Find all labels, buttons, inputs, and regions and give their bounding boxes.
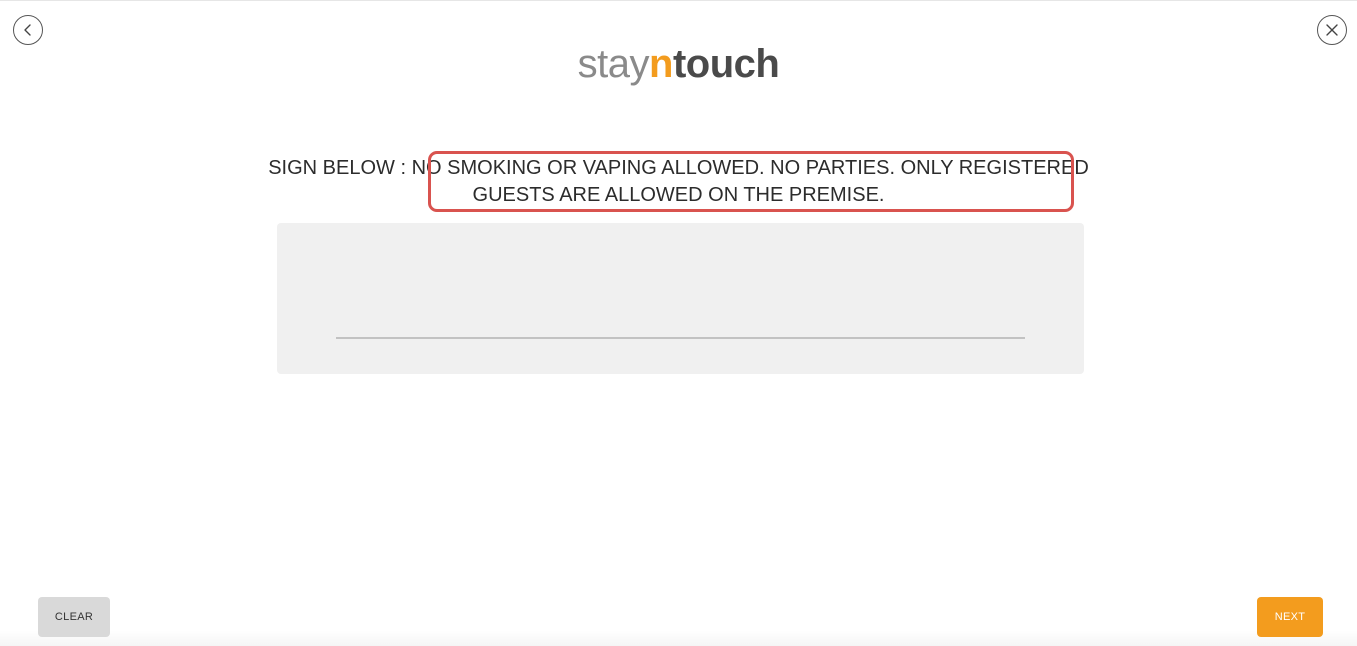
logo-part-touch: touch — [672, 42, 780, 86]
signature-pad[interactable] — [277, 223, 1084, 374]
next-button[interactable]: NEXT — [1257, 597, 1323, 637]
top-border — [0, 0, 1357, 1]
house-rules-message: NO SMOKING OR VAPING ALLOWED. NO PARTIES… — [411, 157, 1089, 206]
brand-logo: stayntouch — [0, 40, 1357, 88]
close-icon — [1326, 24, 1338, 36]
chevron-left-icon — [24, 24, 31, 36]
logo-part-n: n — [649, 42, 673, 86]
clear-button[interactable]: CLEAR — [38, 597, 110, 637]
signature-instruction: SIGN BELOW : NO SMOKING OR VAPING ALLOWE… — [250, 155, 1107, 209]
sign-below-label: SIGN BELOW : — [268, 157, 412, 179]
logo-part-stay: stay — [577, 42, 650, 86]
signature-line — [336, 337, 1025, 339]
footer-shadow — [0, 630, 1357, 646]
